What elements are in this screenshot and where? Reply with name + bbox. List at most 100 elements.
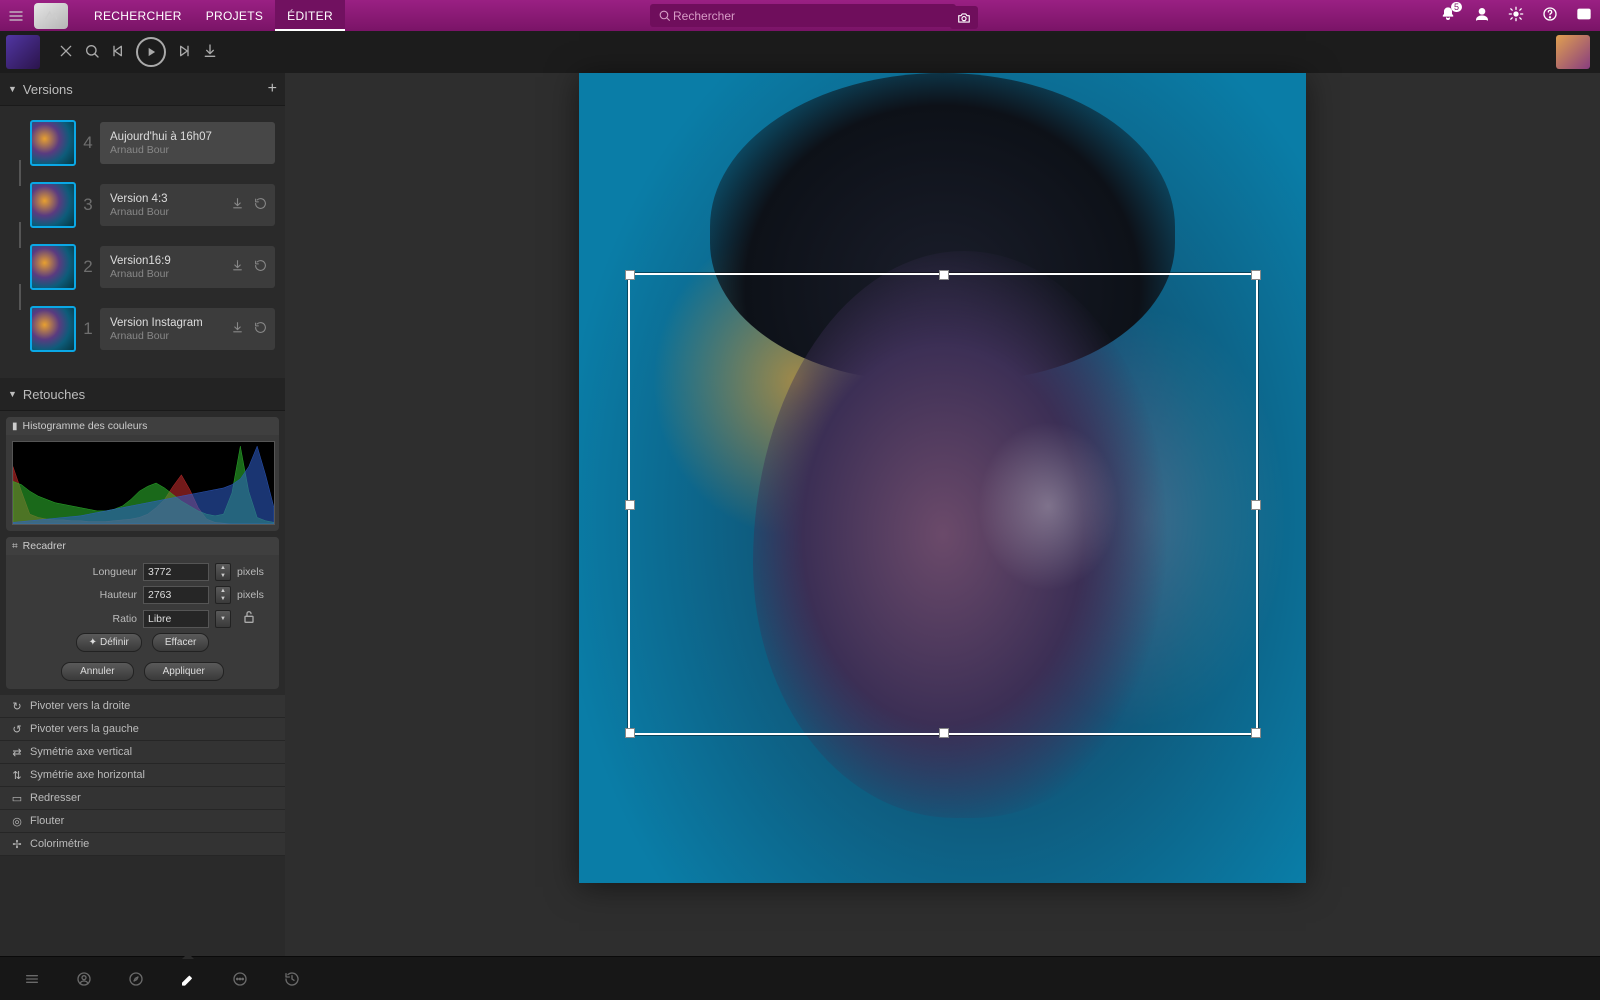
play-button[interactable]	[136, 37, 166, 67]
prev-button[interactable]	[110, 43, 126, 62]
tool-row[interactable]: ▭ Redresser	[0, 787, 285, 810]
bottom-history-button[interactable]	[278, 965, 306, 993]
version-item[interactable]: 2Version16:9Arnaud Bour	[30, 244, 275, 290]
tool-icon: ▭	[10, 792, 24, 805]
top-nav: RECHERCHER PROJETS ÉDITER	[82, 0, 345, 31]
height-input[interactable]	[143, 586, 209, 604]
close-icon	[58, 43, 74, 59]
download-button[interactable]	[202, 43, 218, 62]
ratio-select[interactable]	[143, 610, 209, 628]
tool-label: Symétrie axe horizontal	[30, 769, 145, 781]
tab-rechercher[interactable]: RECHERCHER	[82, 0, 194, 31]
versions-header[interactable]: ▼ Versions +	[0, 73, 285, 106]
tool-label: Flouter	[30, 815, 64, 827]
settings-button[interactable]	[1508, 6, 1524, 25]
crop-overlay[interactable]	[628, 273, 1259, 735]
download-version-button[interactable]	[231, 197, 244, 213]
crop-handle-bm[interactable]	[939, 728, 949, 738]
download-version-button[interactable]	[231, 259, 244, 275]
bottom-more-button[interactable]	[226, 965, 254, 993]
define-button[interactable]: ✦Définir	[76, 633, 142, 652]
bottom-list-button[interactable]	[18, 965, 46, 993]
crop-handle-lm[interactable]	[625, 500, 635, 510]
crop-handle-tl[interactable]	[625, 270, 635, 280]
compass-icon	[128, 971, 144, 987]
apply-button[interactable]: Appliquer	[144, 662, 224, 681]
tool-label: Colorimétrie	[30, 838, 89, 850]
notifications-button[interactable]: 5	[1440, 6, 1456, 25]
zoom-button[interactable]	[84, 43, 100, 62]
version-number: 2	[76, 257, 100, 277]
crop-handle-tm[interactable]	[939, 270, 949, 280]
add-version-button[interactable]: +	[268, 80, 277, 98]
close-button[interactable]	[58, 43, 74, 62]
crop-card: ⌗ Recadrer Longueur ▲▼ pixels Hauteur ▲▼…	[6, 537, 279, 689]
tool-row[interactable]: ↺ Pivoter vers la gauche	[0, 718, 285, 741]
notifications-count: 5	[1451, 2, 1462, 12]
tool-row[interactable]: ✢Colorimétrie	[0, 833, 285, 856]
bottom-profile-button[interactable]	[70, 965, 98, 993]
version-item[interactable]: 1Version InstagramArnaud Bour	[30, 306, 275, 352]
tool-label: Symétrie axe vertical	[30, 746, 132, 758]
help-icon	[1542, 6, 1558, 22]
inbox-button[interactable]	[1576, 6, 1592, 25]
version-number: 3	[76, 195, 100, 215]
lock-icon[interactable]	[237, 609, 269, 628]
tool-row[interactable]: ⇄ Symétrie axe vertical	[0, 741, 285, 764]
editor-canvas	[285, 73, 1600, 957]
crop-handle-rm[interactable]	[1251, 500, 1261, 510]
next-button[interactable]	[176, 43, 192, 62]
version-item[interactable]: 3Version 4:3Arnaud Bour	[30, 182, 275, 228]
list-icon	[24, 971, 40, 987]
menu-button[interactable]	[0, 0, 31, 31]
tools-list: ↻Pivoter vers la droite ↺ Pivoter vers la …	[0, 695, 285, 856]
crop-handle-bl[interactable]	[625, 728, 635, 738]
tab-editer[interactable]: ÉDITER	[275, 0, 345, 31]
version-body[interactable]: Aujourd'hui à 16h07Arnaud Bour	[100, 122, 275, 164]
app-logo	[34, 3, 68, 29]
ratio-label: Ratio	[85, 613, 137, 625]
version-body[interactable]: Version InstagramArnaud Bour	[100, 308, 275, 350]
tool-row[interactable]: ◎Flouter	[0, 810, 285, 833]
bottom-explore-button[interactable]	[122, 965, 150, 993]
version-item[interactable]: 4Aujourd'hui à 16h07Arnaud Bour	[30, 120, 275, 166]
height-stepper[interactable]: ▲▼	[215, 586, 231, 604]
tool-label: Redresser	[30, 792, 81, 804]
user-button[interactable]	[1474, 6, 1490, 25]
histogram-card: ▮ Histogramme des couleurs	[6, 417, 279, 531]
tool-row[interactable]: ⇅Symétrie axe horizontal	[0, 764, 285, 787]
tool-row[interactable]: ↻Pivoter vers la droite	[0, 695, 285, 718]
search-input[interactable]	[671, 3, 948, 28]
retouches-header[interactable]: ▼ Retouches	[0, 378, 285, 411]
restore-version-button[interactable]	[254, 321, 267, 337]
tab-projets[interactable]: PROJETS	[194, 0, 275, 31]
image-preview[interactable]	[579, 73, 1306, 883]
cancel-button[interactable]: Annuler	[61, 662, 133, 681]
crop-title: Recadrer	[23, 540, 66, 552]
history-icon	[284, 971, 300, 987]
version-body[interactable]: Version16:9Arnaud Bour	[100, 246, 275, 288]
versions-list: 4Aujourd'hui à 16h07Arnaud Bour3Version …	[0, 106, 285, 378]
histogram-header[interactable]: ▮ Histogramme des couleurs	[6, 417, 279, 435]
download-version-button[interactable]	[231, 321, 244, 337]
length-input[interactable]	[143, 563, 209, 581]
current-thumb-right[interactable]	[1556, 35, 1590, 69]
tool-icon: ⇄	[10, 746, 24, 759]
length-stepper[interactable]: ▲▼	[215, 563, 231, 581]
bottom-edit-button[interactable]	[174, 965, 202, 993]
tool-icon: ↺	[10, 723, 24, 736]
crop-handle-br[interactable]	[1251, 728, 1261, 738]
clear-button[interactable]: Effacer	[152, 633, 210, 652]
crop-header[interactable]: ⌗ Recadrer	[6, 537, 279, 555]
camera-button[interactable]	[950, 6, 978, 29]
crop-handle-tr[interactable]	[1251, 270, 1261, 280]
ratio-dropdown[interactable]: ▼	[215, 610, 231, 628]
tool-label: Pivoter vers la gauche	[30, 723, 139, 735]
restore-version-button[interactable]	[254, 197, 267, 213]
help-button[interactable]	[1542, 6, 1558, 25]
version-thumb	[30, 182, 76, 228]
version-body[interactable]: Version 4:3Arnaud Bour	[100, 184, 275, 226]
search-bar[interactable]	[650, 4, 956, 27]
current-thumb-left[interactable]	[6, 35, 40, 69]
restore-version-button[interactable]	[254, 259, 267, 275]
